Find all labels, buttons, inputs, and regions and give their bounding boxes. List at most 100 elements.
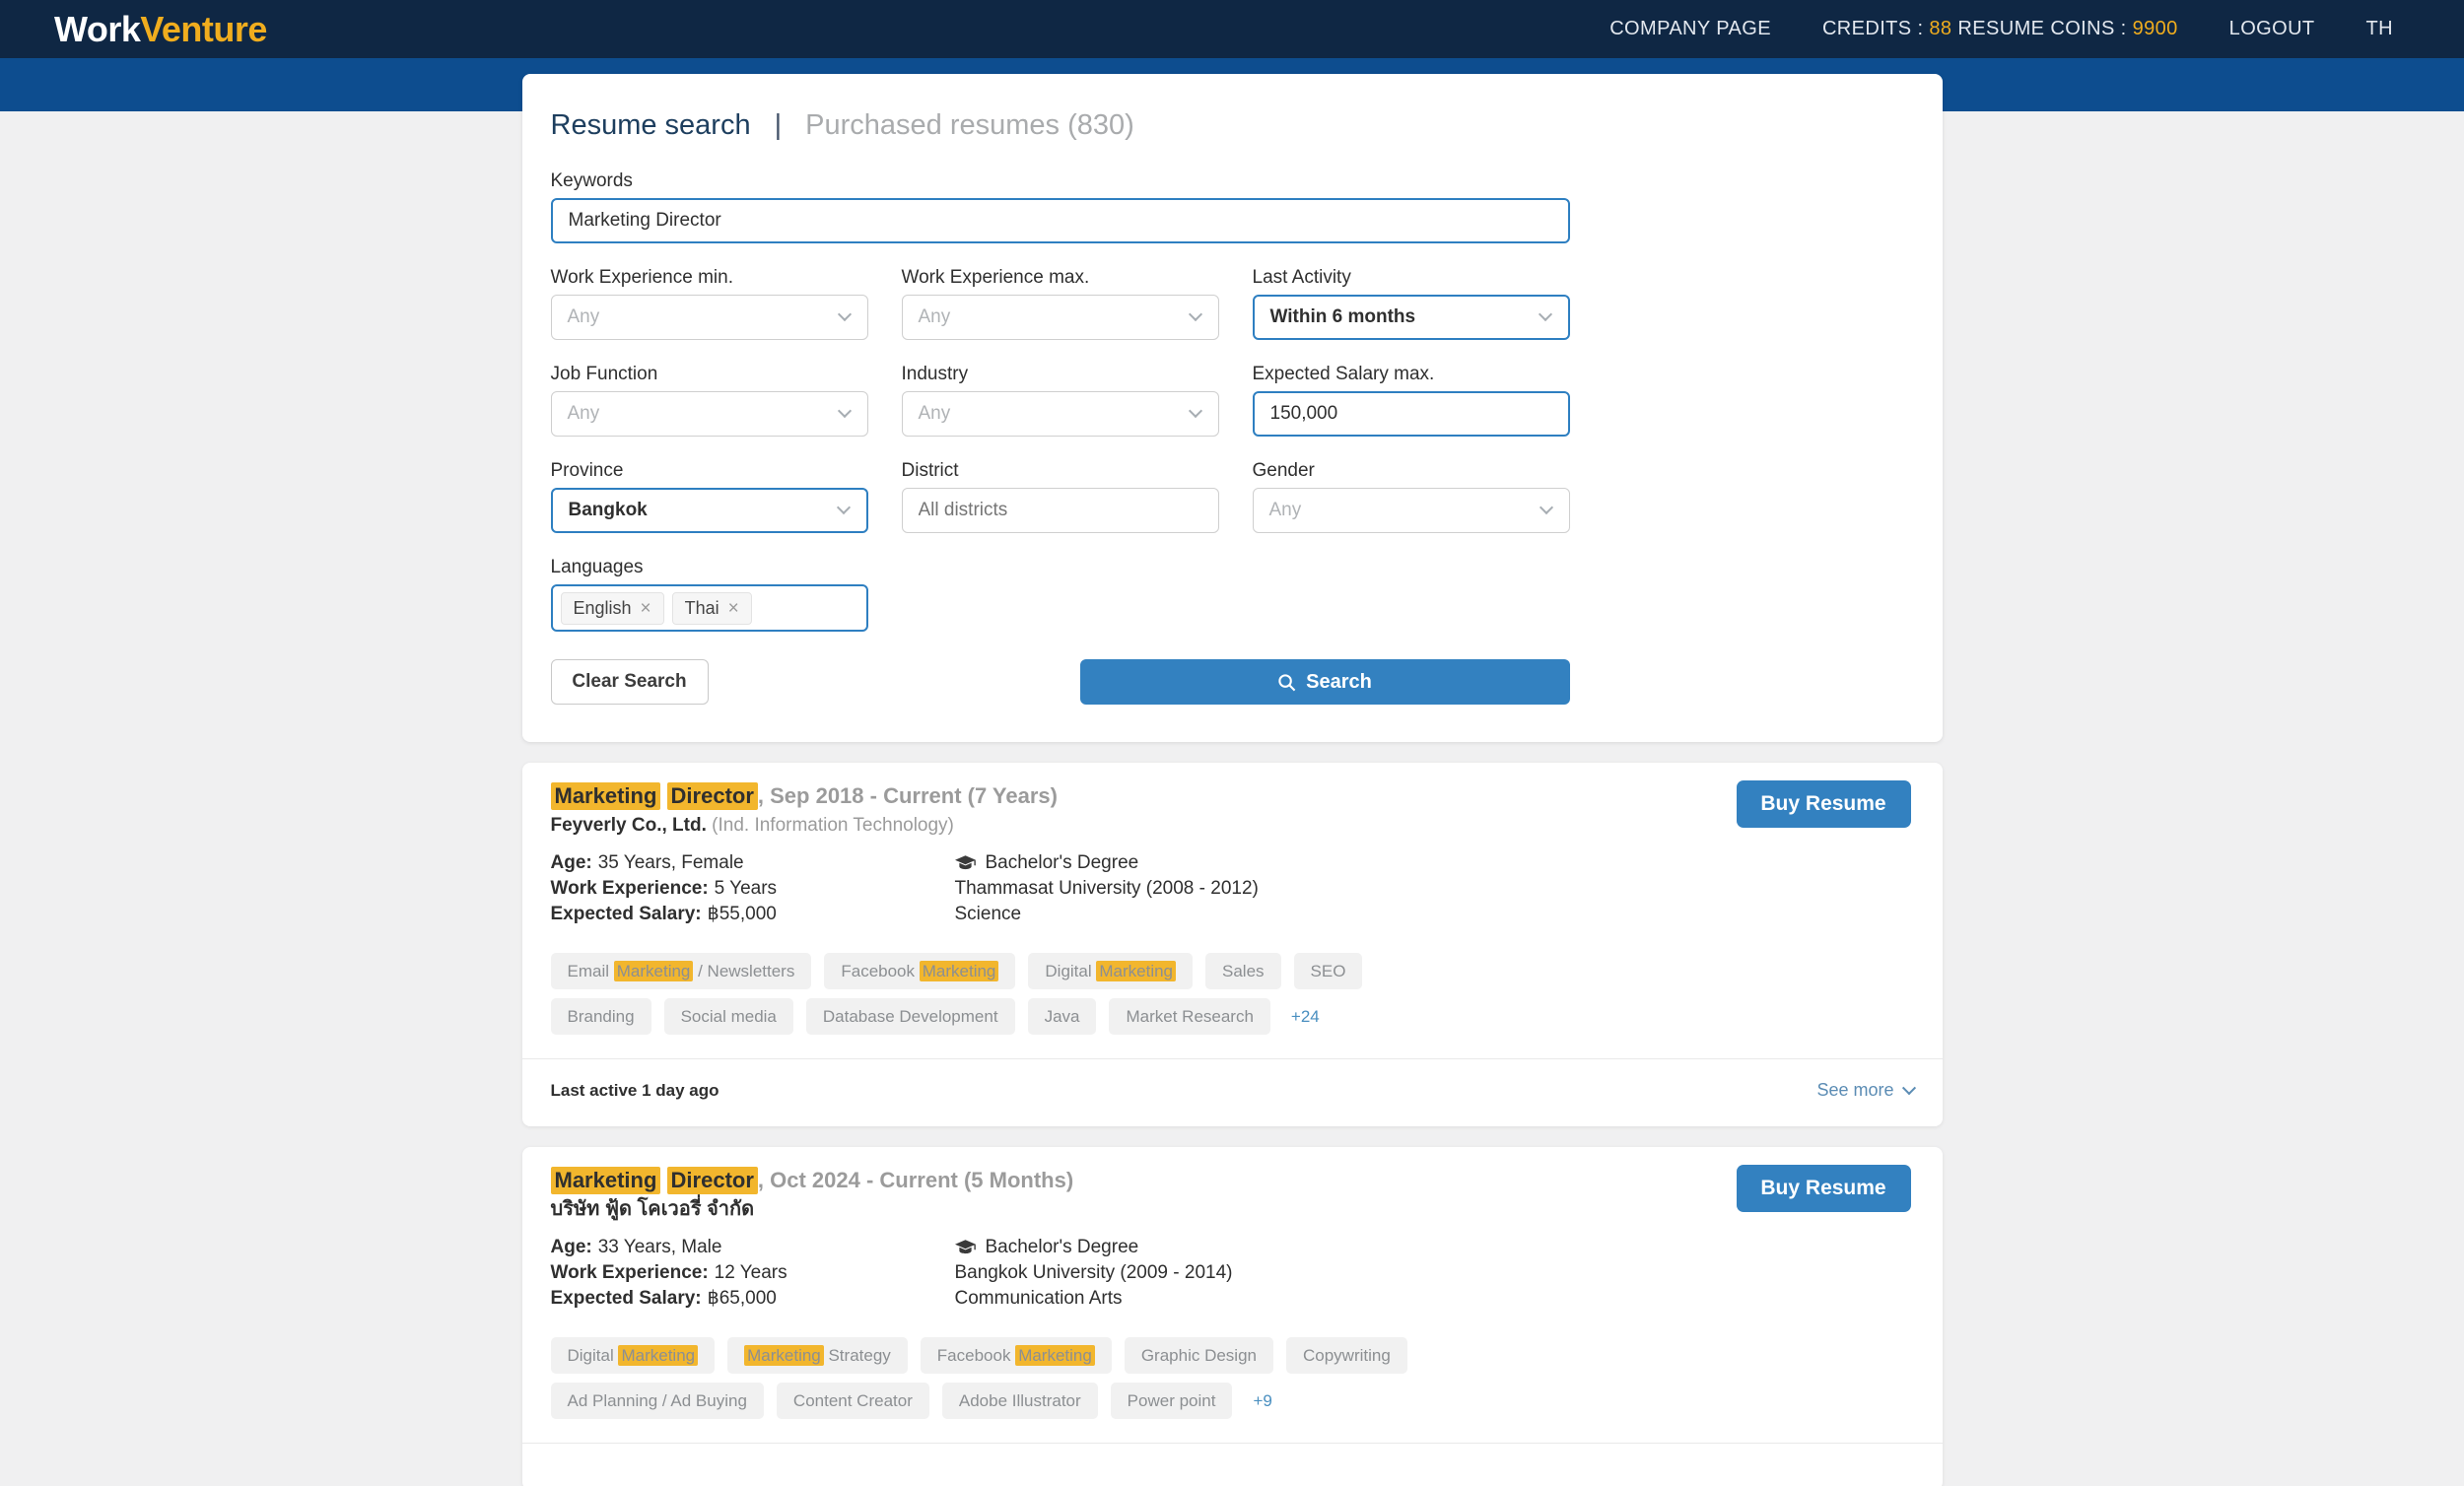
skill-tag: Graphic Design bbox=[1125, 1337, 1273, 1374]
keywords-input[interactable] bbox=[551, 198, 1570, 243]
highlighted-keyword: Marketing bbox=[618, 1345, 698, 1366]
languages-multiselect[interactable]: English× Thai × bbox=[551, 584, 868, 632]
education-column: Bachelor's DegreeBangkok University (200… bbox=[955, 1235, 1233, 1312]
close-icon[interactable]: × bbox=[728, 599, 739, 618]
skill-tag: Copywriting bbox=[1286, 1337, 1407, 1374]
detail-line: Expected Salary:฿55,000 bbox=[551, 902, 955, 927]
company-name: บริษัท ฟู้ด โคเวอรี่ จำกัด bbox=[551, 1198, 755, 1220]
text-segment: Facebook bbox=[841, 962, 919, 980]
nav-logout[interactable]: LOGOUT bbox=[2229, 18, 2315, 40]
tab-separator: | bbox=[775, 107, 783, 143]
education-line: Bangkok University (2009 - 2014) bbox=[955, 1260, 1233, 1286]
text-segment: Ad Planning / Ad Buying bbox=[568, 1391, 747, 1410]
last-activity-select[interactable]: Within 6 months bbox=[1253, 295, 1570, 340]
skill-tag: Social media bbox=[664, 998, 793, 1035]
gender-group: Gender Any bbox=[1253, 460, 1570, 533]
resume-result-card: Marketing Director, Oct 2024 - Current (… bbox=[522, 1147, 1943, 1486]
education-value: Bachelor's Degree bbox=[986, 1235, 1139, 1260]
district-input[interactable] bbox=[902, 488, 1219, 533]
tab-purchased-resumes[interactable]: Purchased resumes (830) bbox=[805, 107, 1134, 143]
tag-row: Digital MarketingMarketing StrategyFaceb… bbox=[551, 1337, 1914, 1374]
highlighted-keyword: Marketing bbox=[920, 961, 999, 981]
search-button-label: Search bbox=[1306, 671, 1372, 694]
last-activity-label: Last Activity bbox=[1253, 267, 1570, 289]
keywords-label: Keywords bbox=[551, 170, 1570, 192]
text-segment: Digital bbox=[1045, 962, 1096, 980]
chevron-down-icon bbox=[837, 307, 851, 321]
job-function-select[interactable]: Any bbox=[551, 391, 868, 437]
industry-select[interactable]: Any bbox=[902, 391, 1219, 437]
work-exp-min-select[interactable]: Any bbox=[551, 295, 868, 340]
tab-resume-search[interactable]: Resume search bbox=[551, 107, 751, 143]
text-segment: Content Creator bbox=[793, 1391, 913, 1410]
industry-group: Industry Any bbox=[902, 364, 1219, 437]
province-select[interactable]: Bangkok bbox=[551, 488, 868, 533]
highlighted-keyword: Marketing bbox=[744, 1345, 824, 1366]
text-segment: Strategy bbox=[824, 1346, 891, 1365]
detail-label: Age: bbox=[551, 1235, 592, 1260]
text-segment: Sales bbox=[1222, 962, 1265, 980]
education-value: Thammasat University (2008 - 2012) bbox=[955, 876, 1259, 902]
close-icon[interactable]: × bbox=[641, 599, 651, 618]
chevron-down-icon bbox=[1188, 404, 1201, 418]
text-segment: Database Development bbox=[823, 1007, 998, 1026]
detail-value: 33 Years, Male bbox=[598, 1235, 722, 1260]
highlighted-keyword: Director bbox=[667, 782, 758, 810]
expected-salary-input[interactable] bbox=[1253, 391, 1570, 437]
work-exp-max-group: Work Experience max. Any bbox=[902, 267, 1219, 340]
detail-line: Age:33 Years, Male bbox=[551, 1235, 955, 1260]
province-label: Province bbox=[551, 460, 868, 482]
workventure-logo[interactable]: WorkVenture bbox=[54, 9, 267, 50]
job-function-label: Job Function bbox=[551, 364, 868, 385]
details-left-column: Age:35 Years, FemaleWork Experience:5 Ye… bbox=[551, 850, 955, 927]
coins-label: RESUME COINS : bbox=[1957, 18, 2126, 39]
skill-tag: Database Development bbox=[806, 998, 1015, 1035]
education-value: Bangkok University (2009 - 2014) bbox=[955, 1260, 1233, 1286]
text-segment bbox=[660, 1168, 666, 1192]
details-left-column: Age:33 Years, MaleWork Experience:12 Yea… bbox=[551, 1235, 955, 1312]
skill-tag: Email Marketing / Newsletters bbox=[551, 953, 812, 989]
detail-line: Work Experience:5 Years bbox=[551, 876, 955, 902]
chevron-down-icon bbox=[1539, 501, 1552, 514]
detail-line: Work Experience:12 Years bbox=[551, 1260, 955, 1286]
work-exp-max-label: Work Experience max. bbox=[902, 267, 1219, 289]
language-chip: Thai × bbox=[672, 592, 752, 625]
work-exp-min-value: Any bbox=[568, 306, 600, 328]
skill-tag: Market Research bbox=[1109, 998, 1269, 1035]
credits-value: 88 bbox=[1929, 18, 1951, 39]
more-tags-link[interactable]: +24 bbox=[1291, 1007, 1320, 1027]
education-line: Bachelor's Degree bbox=[955, 1235, 1233, 1260]
district-label: District bbox=[902, 460, 1219, 482]
buy-resume-button[interactable]: Buy Resume bbox=[1737, 1165, 1911, 1212]
text-segment: Graphic Design bbox=[1141, 1346, 1257, 1365]
language-chip: English× bbox=[561, 592, 664, 625]
card-footer: Last active 1 day agoSee more bbox=[522, 1058, 1943, 1126]
panel-tabs: Resume search | Purchased resumes (830) bbox=[551, 107, 1914, 143]
skill-tag: Adobe Illustrator bbox=[942, 1383, 1098, 1419]
search-icon bbox=[1277, 673, 1296, 692]
expected-salary-label: Expected Salary max. bbox=[1253, 364, 1570, 385]
highlighted-keyword: Director bbox=[667, 1167, 758, 1194]
see-more-link[interactable]: See more bbox=[1816, 1080, 1913, 1101]
district-group: District bbox=[902, 460, 1219, 533]
tag-row: BrandingSocial mediaDatabase Development… bbox=[551, 998, 1914, 1035]
resume-search-panel: Resume search | Purchased resumes (830) … bbox=[522, 74, 1943, 742]
gender-select[interactable]: Any bbox=[1253, 488, 1570, 533]
detail-value: 5 Years bbox=[715, 876, 777, 902]
skill-tag: Marketing Strategy bbox=[727, 1337, 908, 1374]
more-tags-link[interactable]: +9 bbox=[1253, 1391, 1271, 1411]
company-name: Feyverly Co., Ltd. bbox=[551, 815, 707, 836]
work-exp-max-select[interactable]: Any bbox=[902, 295, 1219, 340]
nav-company-page[interactable]: COMPANY PAGE bbox=[1609, 18, 1771, 40]
language-chip-label: Thai bbox=[685, 598, 719, 619]
nav-language-toggle[interactable]: TH bbox=[2366, 18, 2393, 40]
detail-label: Expected Salary: bbox=[551, 1286, 702, 1312]
resume-title: Marketing Director, Sep 2018 - Current (… bbox=[551, 782, 1914, 810]
text-segment: Facebook bbox=[937, 1346, 1015, 1365]
last-activity-value: Within 6 months bbox=[1270, 306, 1416, 328]
resume-result-card: Marketing Director, Sep 2018 - Current (… bbox=[522, 763, 1943, 1126]
clear-search-button[interactable]: Clear Search bbox=[551, 659, 709, 705]
buy-resume-button[interactable]: Buy Resume bbox=[1737, 780, 1911, 828]
languages-group: Languages English×Thai× bbox=[551, 557, 868, 632]
search-button[interactable]: Search bbox=[1080, 659, 1570, 705]
